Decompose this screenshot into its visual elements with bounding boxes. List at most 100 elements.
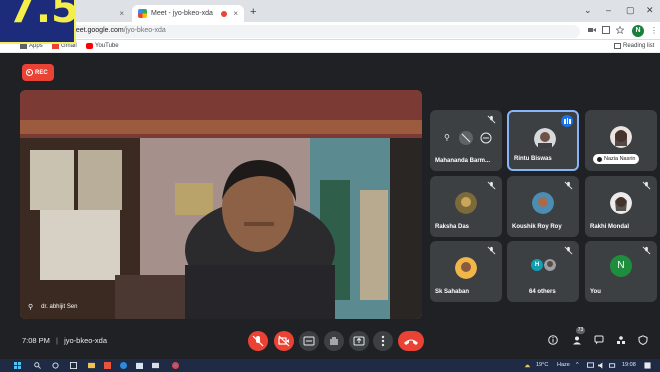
bookmark-youtube[interactable]: YouTube — [86, 43, 119, 49]
people-icon[interactable] — [572, 335, 582, 345]
remove-participant-icon[interactable] — [480, 132, 492, 144]
participant-tile-self[interactable]: N You — [585, 241, 657, 302]
address-bar[interactable]: meet.google.com/jyo-bkeo-xda — [60, 25, 580, 38]
close-window-button[interactable]: ✕ — [646, 5, 654, 16]
others-avatar: H — [531, 259, 543, 271]
pin-icon[interactable]: ⚲ — [444, 133, 450, 142]
mic-toggle-button[interactable] — [248, 331, 268, 351]
meet-area: REC ⚲ dr. abhijit Sen ⚲ Mahananda Barm..… — [0, 53, 660, 359]
widgets-icon[interactable] — [70, 362, 77, 369]
battery-icon[interactable] — [609, 362, 616, 369]
profile-avatar[interactable]: N — [632, 25, 644, 37]
office-icon[interactable] — [104, 362, 111, 369]
weather-desc: Haze — [557, 362, 570, 368]
participant-tile[interactable]: Sk Sahaban — [430, 241, 502, 302]
mic-off-icon — [564, 181, 573, 190]
minimize-button[interactable]: – — [606, 5, 611, 15]
youtube-icon — [86, 43, 93, 49]
camera-indicator-icon[interactable] — [588, 26, 596, 34]
mic-off-icon — [487, 246, 496, 255]
main-speaker-video[interactable]: ⚲ dr. abhijit Sen — [20, 90, 422, 319]
network-icon[interactable] — [587, 362, 594, 369]
more-options-button[interactable] — [373, 331, 393, 351]
new-tab-button[interactable]: + — [250, 6, 256, 18]
participant-tile[interactable]: Nazia Nasrin — [585, 110, 657, 171]
windows-taskbar: 19°C Haze ^ 19:08 — [0, 359, 660, 372]
file-explorer-icon[interactable] — [88, 362, 95, 369]
more-vert-icon — [381, 335, 385, 347]
mic-off-icon — [564, 246, 573, 255]
participant-avatar — [455, 192, 477, 214]
tab-search-icon[interactable]: ⌄ — [584, 5, 592, 16]
pin-icon[interactable]: ⚲ — [28, 303, 33, 311]
participant-avatar — [610, 192, 632, 214]
participant-tile[interactable]: Rakhi Mondal — [585, 176, 657, 237]
participant-avatar — [455, 257, 477, 279]
participant-name: Nazia Nasrin — [604, 156, 636, 162]
participant-tile-others[interactable]: H 64 others — [507, 241, 579, 302]
bookmarks-bar: Apps Gmail YouTube Reading list — [0, 40, 660, 53]
search-icon[interactable] — [34, 362, 41, 369]
mail-icon[interactable] — [152, 362, 159, 369]
meeting-details-icon[interactable] — [548, 335, 558, 345]
browser-menu-icon[interactable]: ⋮ — [650, 26, 658, 35]
participant-tile[interactable]: Koushik Roy Roy — [507, 176, 579, 237]
mic-off-icon — [487, 115, 496, 124]
rec-label: REC — [35, 69, 48, 76]
tab-title: Meet - jyo-bkeo-xda — [151, 10, 213, 17]
browser-tab-bar: × Meet - jyo-bkeo-xda × + ⌄ – ▢ ✕ — [0, 0, 660, 22]
captions-button[interactable] — [299, 331, 319, 351]
tab-close-icon[interactable]: × — [233, 9, 238, 18]
captions-icon — [303, 336, 315, 346]
camera-toggle-button[interactable] — [274, 331, 294, 351]
participant-tile[interactable]: Rintu Biswas — [507, 110, 579, 171]
mic-off-icon — [252, 335, 264, 347]
maximize-button[interactable]: ▢ — [626, 5, 635, 16]
present-screen-button[interactable] — [349, 331, 369, 351]
browser-tab-meet[interactable]: Meet - jyo-bkeo-xda × — [132, 5, 244, 22]
mic-off-icon — [642, 246, 651, 255]
bookmark-youtube-label: YouTube — [95, 43, 119, 49]
tab-close-icon[interactable]: × — [119, 9, 124, 18]
tray-chevron-icon[interactable]: ^ — [576, 362, 579, 368]
mic-off-icon — [642, 181, 651, 190]
participant-tile[interactable]: Raksha Das — [430, 176, 502, 237]
corner-badge: 7.5 — [0, 0, 79, 44]
meet-favicon-icon — [138, 9, 147, 18]
participant-name: Sk Sahaban — [435, 289, 470, 295]
raise-hand-button[interactable] — [324, 331, 344, 351]
notifications-icon[interactable] — [644, 362, 651, 369]
windows-start-icon[interactable] — [14, 362, 21, 369]
share-icon[interactable] — [602, 26, 610, 34]
meeting-code: jyo-bkeo-xda — [64, 336, 108, 345]
edge-icon[interactable] — [120, 362, 127, 369]
chrome-icon[interactable] — [172, 362, 179, 369]
volume-icon[interactable] — [598, 362, 605, 369]
reading-list-icon — [614, 43, 621, 49]
participant-avatar — [532, 192, 554, 214]
weather-icon[interactable] — [524, 362, 531, 369]
recording-dot-icon — [221, 10, 228, 17]
chat-icon[interactable] — [594, 335, 604, 345]
weather-temp: 19°C — [536, 362, 549, 368]
task-view-icon[interactable] — [52, 362, 59, 369]
store-icon[interactable] — [136, 362, 143, 369]
mute-participant-icon[interactable] — [459, 131, 473, 145]
reading-list[interactable]: Reading list — [614, 43, 654, 49]
recording-indicator[interactable]: REC — [22, 64, 54, 81]
leave-call-button[interactable] — [398, 331, 424, 351]
host-controls-icon[interactable] — [638, 335, 648, 345]
participant-name-pill: Nazia Nasrin — [593, 154, 640, 164]
present-icon — [353, 336, 365, 346]
raise-hand-icon — [330, 337, 338, 345]
camera-off-icon — [278, 335, 290, 347]
participant-name: Raksha Das — [435, 224, 470, 230]
bookmark-star-icon[interactable] — [616, 26, 624, 34]
main-speaker-name: dr. abhijit Sen — [41, 304, 78, 310]
participant-tile[interactable]: ⚲ Mahananda Barm... — [430, 110, 502, 171]
badge-text: 7.5 — [8, 0, 79, 32]
participant-name: Rakhi Mondal — [590, 224, 630, 230]
activities-icon[interactable] — [616, 335, 626, 345]
participant-name: You — [590, 289, 601, 295]
participant-name: Mahananda Barm... — [435, 158, 491, 164]
